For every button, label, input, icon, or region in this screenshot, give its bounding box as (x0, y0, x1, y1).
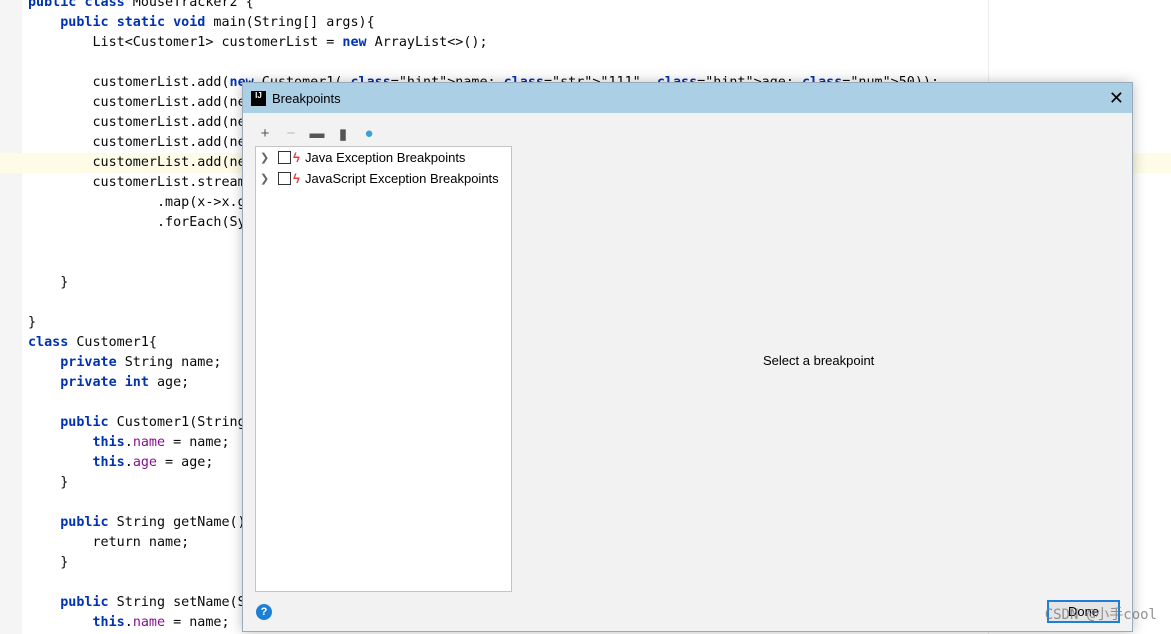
chevron-right-icon[interactable]: ❯ (260, 151, 272, 164)
chevron-right-icon[interactable]: ❯ (260, 172, 272, 185)
tree-node[interactable]: ❯ ϟ Java Exception Breakpoints (256, 147, 511, 168)
toolbar: + − ▬ ▮ ● (257, 125, 377, 143)
code-line: List<Customer1> customerList = new Array… (28, 35, 488, 50)
intellij-logo-icon: IJ (251, 90, 266, 106)
group-by-file-icon[interactable]: ▮ (335, 125, 351, 143)
help-icon[interactable]: ? (256, 604, 272, 620)
watermark: CSDN @小手cool (1044, 607, 1157, 623)
exception-bolt-icon: ϟ (293, 150, 300, 165)
dialog-titlebar[interactable]: IJ Breakpoints ✕ (243, 83, 1132, 113)
group-by-class-icon[interactable]: ● (361, 125, 377, 143)
add-icon[interactable]: + (257, 125, 273, 143)
exception-bolt-icon: ϟ (293, 171, 300, 186)
close-icon[interactable]: ✕ (1109, 88, 1124, 109)
checkbox[interactable] (278, 172, 291, 185)
remove-icon[interactable]: − (283, 125, 299, 143)
node-label: Java Exception Breakpoints (305, 150, 466, 165)
breakpoints-tree[interactable]: ❯ ϟ Java Exception Breakpoints ❯ ϟ JavaS… (255, 146, 512, 592)
code-line: public static void main(String[] args){ (60, 15, 375, 30)
breakpoints-dialog: IJ Breakpoints ✕ + − ▬ ▮ ● ❯ ϟ Java Exce… (242, 82, 1133, 632)
group-by-folder-icon[interactable]: ▬ (309, 125, 325, 143)
checkbox[interactable] (278, 151, 291, 164)
editor-gutter (0, 0, 22, 634)
tree-node[interactable]: ❯ ϟ JavaScript Exception Breakpoints (256, 168, 511, 189)
node-label: JavaScript Exception Breakpoints (305, 171, 499, 186)
dialog-title: Breakpoints (272, 90, 341, 106)
empty-details-text: Select a breakpoint (763, 353, 875, 368)
code-line: public class MouseTracker2 { (28, 0, 254, 10)
